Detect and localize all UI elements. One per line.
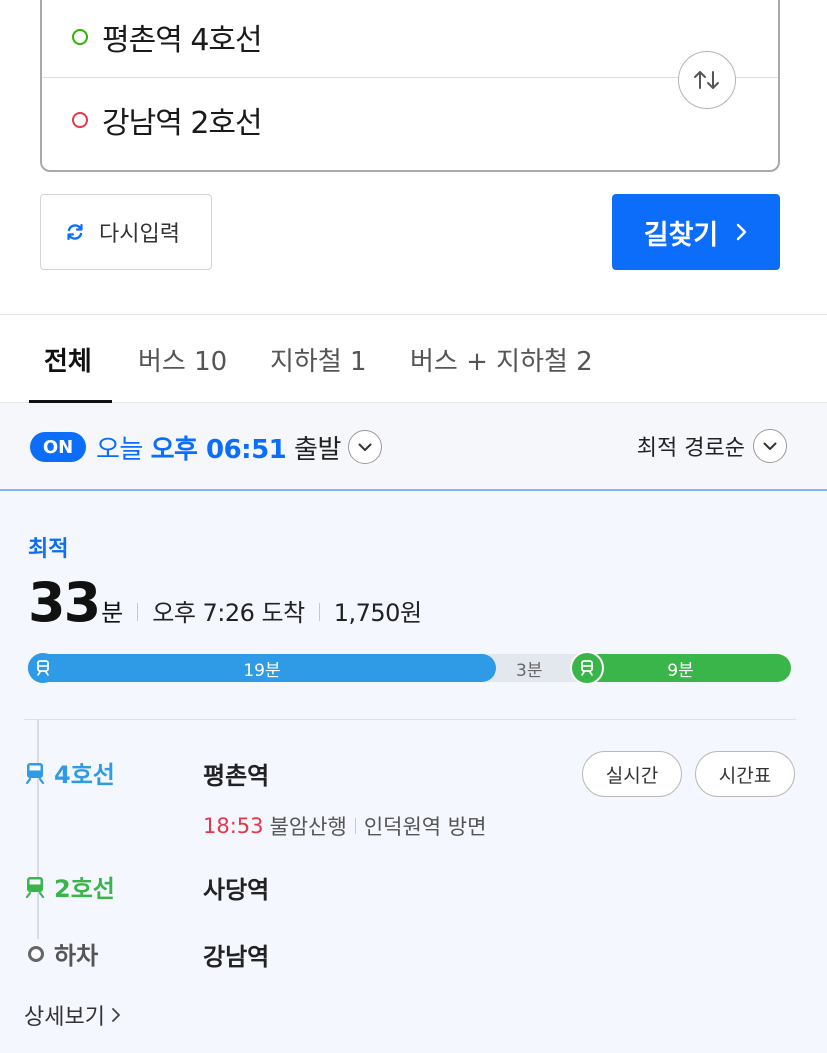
sort-selector[interactable]: 최적 경로순 [637, 429, 787, 463]
departure-info: 18:53 불암산행 인덕원역 방면 [203, 811, 486, 841]
reset-label: 다시입력 [99, 222, 180, 247]
timetable-button[interactable]: 시간표 [695, 751, 795, 797]
subway-icon [570, 651, 604, 685]
chevron-down-icon [358, 443, 372, 451]
alight-label: 하차 [54, 942, 99, 970]
chevron-right-icon [112, 1008, 120, 1022]
departure-suffix: 출발 [294, 435, 341, 465]
line-label: 4호선 [54, 761, 115, 789]
find-route-label: 길찾기 [643, 219, 719, 251]
separator [137, 603, 139, 621]
alight-icon [28, 945, 44, 962]
tab-bus[interactable]: 버스 10 [138, 315, 227, 403]
end-field[interactable]: 강남역 2호선 [42, 79, 778, 161]
step-alight: 하차 [24, 936, 98, 971]
fare: 1,750원 [333, 599, 422, 627]
next-train-time: 18:53 [203, 814, 264, 838]
realtime-on-badge[interactable]: ON [30, 432, 86, 462]
separator [318, 603, 320, 621]
separator [354, 818, 356, 834]
route-search-box: 평촌역 4호선 강남역 2호선 [40, 0, 780, 172]
reset-button[interactable]: 다시입력 [40, 194, 212, 270]
line-label: 2호선 [54, 875, 115, 903]
best-route-tag: 최적 [28, 537, 69, 562]
route-timeline-line [37, 719, 39, 939]
train-direction: 인덕원역 방면 [363, 815, 487, 839]
swap-button[interactable] [678, 51, 736, 109]
arrival-time: 오후 7:26 도착 [152, 599, 305, 627]
detail-label: 상세보기 [24, 1005, 105, 1030]
chevron-right-icon [737, 223, 747, 241]
station-name: 사당역 [203, 876, 270, 904]
route-type-tabs: 전체 버스 10 지하철 1 버스 + 지하철 2 [0, 314, 827, 403]
station-name: 강남역 [203, 943, 270, 971]
refresh-icon [67, 223, 83, 241]
sort-label: 최적 경로순 [636, 436, 745, 461]
end-marker-icon [72, 112, 88, 128]
end-station-label: 강남역 2호선 [102, 106, 263, 141]
realtime-button[interactable]: 실시간 [582, 751, 682, 797]
total-minutes: 33 [28, 571, 101, 634]
time-dropdown-button[interactable] [348, 430, 382, 464]
segment-line4: 19분 [28, 654, 496, 682]
tab-subway[interactable]: 지하철 1 [270, 315, 367, 403]
subway-icon [25, 876, 45, 898]
tab-bus-subway[interactable]: 버스 + 지하철 2 [410, 315, 593, 403]
route-card[interactable]: 최적 33 분 오후 7:26 도착 1,750원 19분 3분 9분 4호선 … [0, 491, 827, 1053]
station-name: 평촌역 [203, 762, 270, 790]
train-destination: 불암산행 [269, 815, 347, 839]
sort-dropdown-button[interactable] [753, 429, 787, 463]
chevron-down-icon [763, 442, 777, 450]
detail-link[interactable]: 상세보기 [24, 999, 121, 1031]
departure-time-selector[interactable]: 오늘 오후 06:51 출발 [96, 429, 341, 466]
route-summary: 33 분 오후 7:26 도착 1,750원 [28, 571, 422, 634]
find-route-button[interactable]: 길찾기 [612, 194, 780, 270]
route-progress-bar: 19분 3분 9분 [28, 651, 791, 685]
departure-time: 오후 06:51 [150, 435, 287, 465]
departure-time-bar: ON 오늘 오후 06:51 출발 최적 경로순 [0, 403, 827, 491]
swap-arrows-icon [694, 71, 719, 89]
start-marker-icon [72, 28, 88, 45]
step-line2: 2호선 [24, 869, 115, 904]
start-station-label: 평촌역 4호선 [102, 22, 263, 58]
transfer-time: 3분 [516, 660, 543, 681]
subway-icon [28, 653, 58, 683]
start-field[interactable]: 평촌역 4호선 [42, 0, 778, 78]
subway-icon [25, 762, 45, 784]
departure-day: 오늘 [96, 435, 143, 465]
divider [24, 719, 796, 720]
step-line4: 4호선 [24, 755, 115, 790]
tab-all[interactable]: 전체 [44, 315, 92, 403]
minutes-unit: 분 [101, 599, 124, 627]
